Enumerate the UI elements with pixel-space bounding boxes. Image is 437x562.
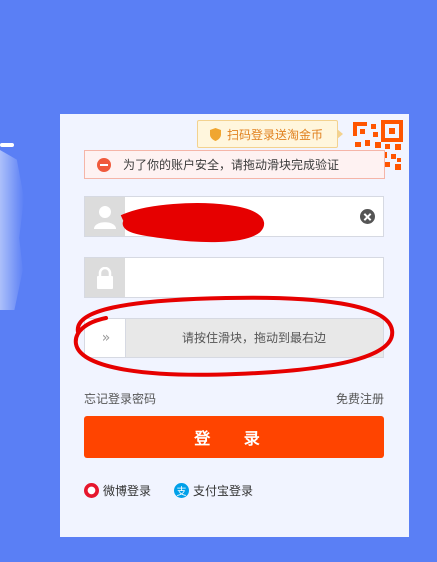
alipay-login[interactable]: 支 支付宝登录 bbox=[174, 482, 253, 499]
alipay-icon: 支 bbox=[174, 483, 189, 498]
weibo-icon: ● bbox=[84, 483, 99, 498]
login-button[interactable]: 登 录 bbox=[84, 416, 384, 458]
slider-captcha: » 请按住滑块，拖动到最右边 bbox=[84, 318, 384, 358]
clear-icon[interactable] bbox=[360, 209, 375, 224]
slider-hint: 请按住滑块，拖动到最右边 bbox=[181, 331, 326, 345]
password-field bbox=[84, 257, 384, 298]
login-panel: 扫码登录送淘金币 为了你的账户安全，请拖动滑块完成验证 » 请按住滑块，拖动到最… bbox=[60, 114, 409, 537]
double-chevron-right-icon: » bbox=[101, 330, 110, 346]
warning-text: 为了你的账户安全，请拖动滑块完成验证 bbox=[123, 158, 340, 172]
weibo-login[interactable]: ● 微博登录 bbox=[84, 482, 151, 499]
shield-icon bbox=[210, 127, 221, 141]
weibo-login-label: 微博登录 bbox=[103, 484, 152, 498]
username-input[interactable] bbox=[125, 197, 360, 236]
qr-login-tip[interactable]: 扫码登录送淘金币 bbox=[197, 120, 344, 148]
background-dash bbox=[0, 143, 14, 147]
slider-handle[interactable]: » bbox=[85, 319, 126, 357]
password-input[interactable] bbox=[125, 258, 383, 297]
username-field bbox=[84, 196, 384, 237]
warning-icon bbox=[97, 157, 111, 172]
security-warning: 为了你的账户安全，请拖动滑块完成验证 bbox=[84, 150, 385, 179]
user-icon bbox=[85, 197, 125, 236]
forgot-password-link[interactable]: 忘记登录密码 bbox=[84, 390, 156, 407]
background-decoration bbox=[0, 150, 24, 310]
register-link[interactable]: 免费注册 bbox=[336, 390, 384, 407]
qr-tip-text: 扫码登录送淘金币 bbox=[227, 127, 324, 142]
alipay-login-label: 支付宝登录 bbox=[193, 484, 254, 498]
lock-icon bbox=[85, 258, 125, 297]
